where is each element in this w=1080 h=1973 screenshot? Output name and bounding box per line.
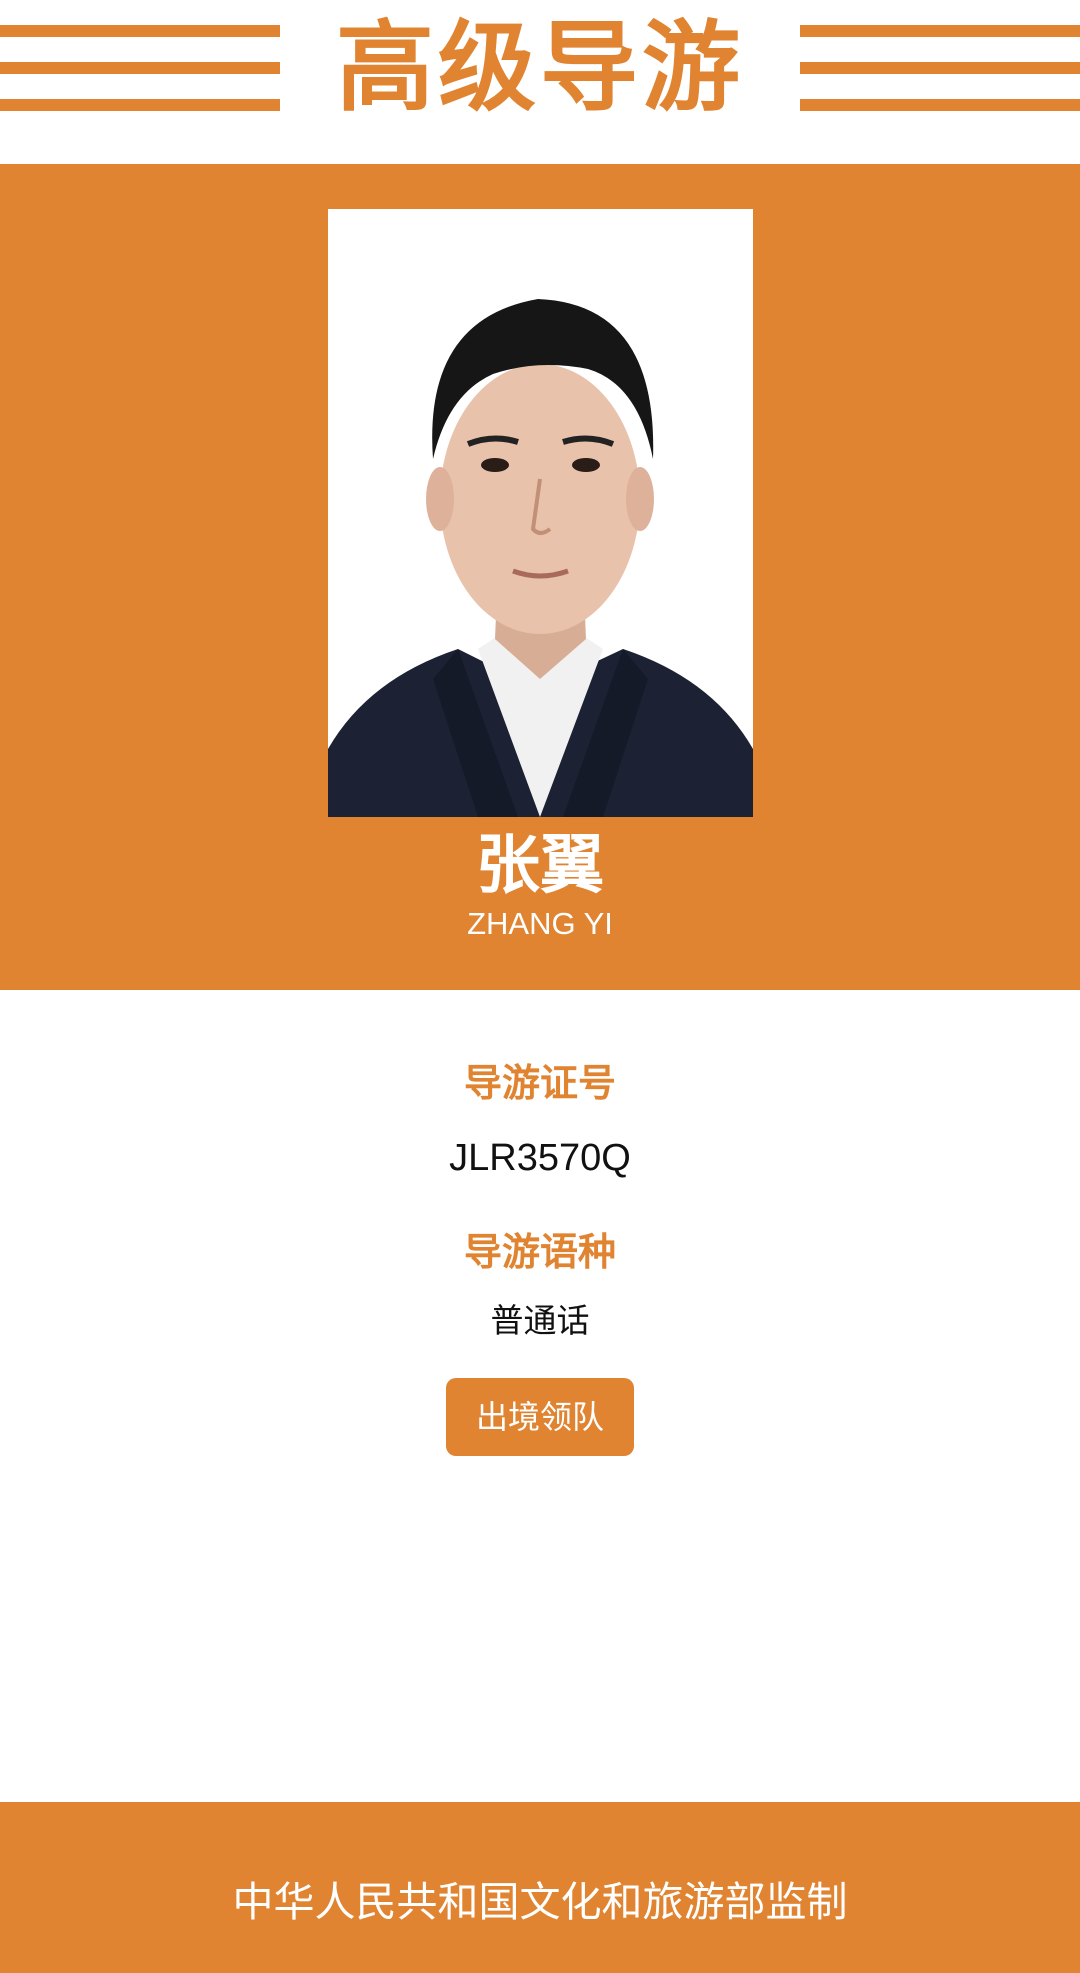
- page-title: 高级导游: [335, 11, 744, 125]
- outbound-leader-badge: 出境领队: [446, 1378, 634, 1456]
- footer-text: 中华人民共和国文化和旅游部监制: [232, 1878, 848, 1926]
- profile-photo: [328, 209, 753, 817]
- stripe: [800, 99, 1080, 111]
- header-stripes-right: [800, 25, 1080, 111]
- header: 高级导游: [0, 0, 1080, 164]
- person-name-english: ZHANG YI: [467, 906, 613, 941]
- stripe: [800, 62, 1080, 74]
- language-label: 导游语种: [463, 1230, 616, 1274]
- language-value: 普通话: [490, 1301, 590, 1340]
- person-name-chinese: 张翼: [476, 829, 604, 903]
- cert-number-value: JLR3570Q: [449, 1137, 631, 1179]
- stripe: [0, 25, 280, 37]
- header-stripes-left: [0, 25, 280, 111]
- stripe: [0, 62, 280, 74]
- profile-section: 张翼 ZHANG YI: [0, 164, 1080, 990]
- stripe: [800, 25, 1080, 37]
- stripe: [0, 99, 280, 111]
- portrait-image: [328, 209, 753, 817]
- cert-number-label: 导游证号: [463, 1061, 616, 1105]
